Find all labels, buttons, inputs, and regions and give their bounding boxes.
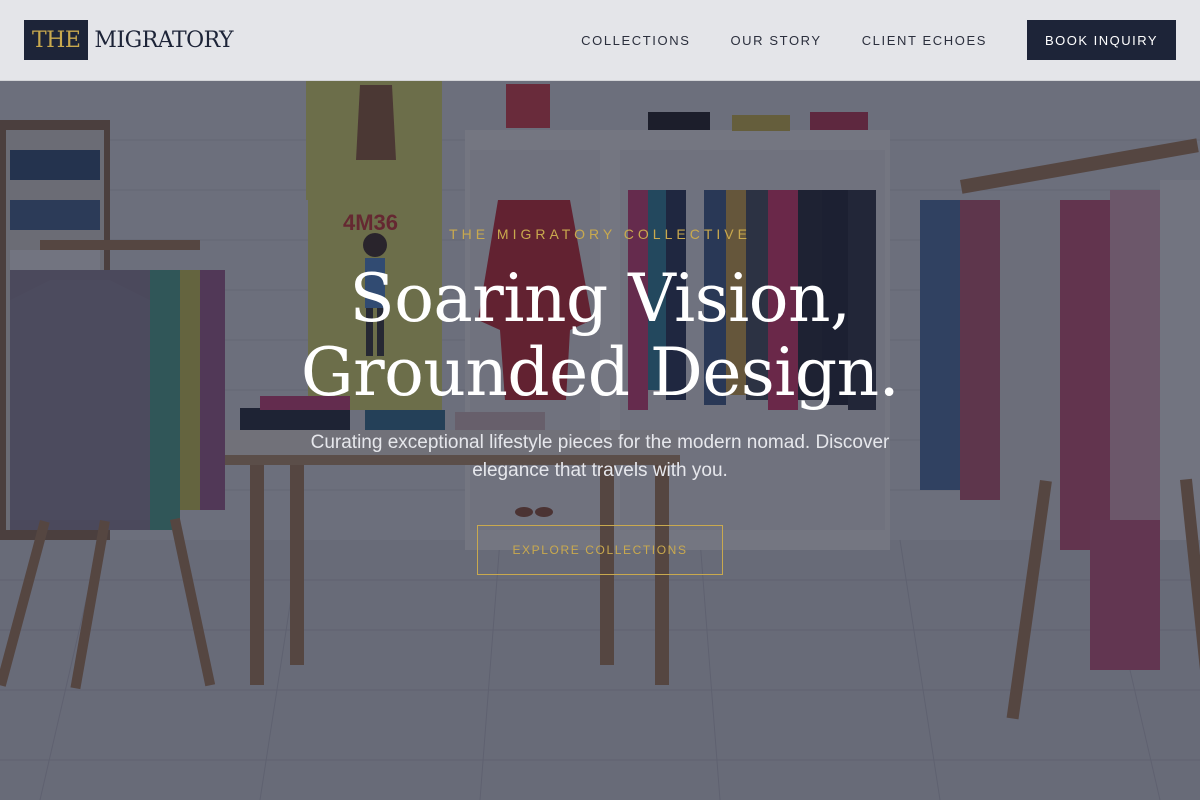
hero-eyebrow: THE MIGRATORY COLLECTIVE <box>449 226 751 242</box>
logo-wordmark: MIGRATORY <box>94 27 234 53</box>
logo-highlight: THE <box>24 20 89 60</box>
hero-subtext: Curating exceptional lifestyle pieces fo… <box>310 432 890 481</box>
hero-headline: Soaring Vision, Grounded Design. <box>0 262 1200 410</box>
brand-logo[interactable]: THE MIGRATORY <box>24 20 234 60</box>
book-inquiry-button[interactable]: BOOK INQUIRY <box>1027 20 1176 60</box>
site-header: THE MIGRATORY COLLECTIONS OUR STORY CLIE… <box>0 0 1200 81</box>
nav-link-our-story[interactable]: OUR STORY <box>730 33 821 48</box>
nav-link-collections[interactable]: COLLECTIONS <box>581 33 690 48</box>
main-nav: COLLECTIONS OUR STORY CLIENT ECHOES BOOK… <box>581 20 1176 60</box>
explore-collections-button[interactable]: EXPLORE COLLECTIONS <box>477 525 723 575</box>
hero-content: THE MIGRATORY COLLECTIVE Soaring Vision,… <box>0 0 1200 800</box>
hero-headline-line-1: Soaring Vision, <box>349 260 851 337</box>
hero-headline-line-2: Grounded Design. <box>300 334 900 411</box>
nav-link-client-echoes[interactable]: CLIENT ECHOES <box>862 33 987 48</box>
